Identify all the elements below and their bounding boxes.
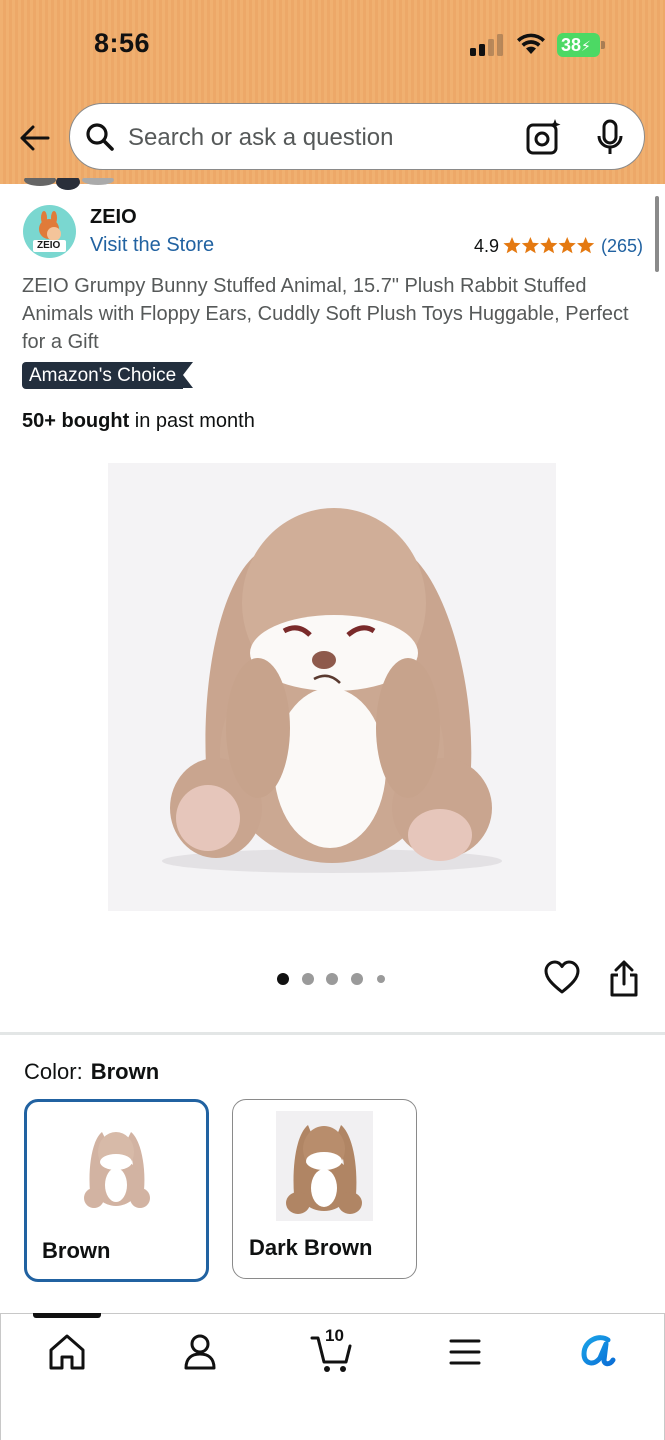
brand-name: ZEIO xyxy=(90,206,137,228)
visit-store-link[interactable]: Visit the Store xyxy=(90,234,214,257)
carousel-dot[interactable] xyxy=(326,973,338,985)
rating-value: 4.9 xyxy=(474,236,500,256)
heart-icon[interactable] xyxy=(544,960,580,996)
search-bar[interactable]: Search or ask a question xyxy=(69,103,645,170)
brand-logo[interactable]: ZEIO xyxy=(23,205,76,258)
swatch-image-dark-brown xyxy=(276,1111,373,1221)
swatch-label-dark-brown: Dark Brown xyxy=(249,1235,373,1260)
wifi-icon xyxy=(517,33,545,54)
product-main-image[interactable] xyxy=(108,463,556,911)
share-icon[interactable] xyxy=(608,960,640,998)
microphone-icon[interactable] xyxy=(595,119,625,157)
search-input[interactable]: Search or ask a question xyxy=(128,124,394,152)
scrollbar[interactable] xyxy=(655,196,659,272)
bought-count: 50+ bought in past month xyxy=(22,410,255,433)
color-swatch-brown[interactable]: Brown xyxy=(24,1099,209,1282)
swatch-image-brown xyxy=(84,1132,150,1208)
carousel-dot[interactable] xyxy=(277,973,289,985)
menu-icon[interactable] xyxy=(443,1330,487,1374)
rating-count-link[interactable]: (265) xyxy=(601,236,643,257)
bought-count-rest: in past month xyxy=(129,410,255,432)
carousel-dot[interactable] xyxy=(377,975,385,983)
active-tab-indicator xyxy=(33,1313,101,1318)
brand-logo-text: ZEIO xyxy=(37,240,61,251)
status-time: 8:56 xyxy=(94,28,151,58)
cellular-signal-icon xyxy=(470,34,506,56)
section-divider xyxy=(0,1032,665,1035)
amazons-choice-badge[interactable]: Amazon's Choice xyxy=(22,362,194,389)
star-rating-icon[interactable] xyxy=(503,236,595,256)
color-label-text: Color: xyxy=(24,1059,83,1084)
selected-color-name: Brown xyxy=(90,1059,160,1084)
battery-level: 38 xyxy=(561,35,582,55)
search-icon xyxy=(86,123,114,151)
color-swatch-dark-brown[interactable]: Dark Brown xyxy=(232,1099,417,1279)
cart-count-badge: 10 xyxy=(325,1326,344,1345)
product-title: ZEIO Grumpy Bunny Stuffed Animal, 15.7" … xyxy=(22,275,629,353)
color-label: Color: Brown xyxy=(24,1059,159,1085)
home-icon[interactable] xyxy=(45,1330,89,1374)
carousel-dot[interactable] xyxy=(351,973,363,985)
bought-count-bold: 50+ bought xyxy=(22,410,130,432)
app-header: 8:56 38⚡ Search or ask a question xyxy=(0,0,665,184)
partial-image-strip xyxy=(24,178,114,190)
carousel-dot[interactable] xyxy=(302,973,314,985)
back-arrow-icon[interactable] xyxy=(18,122,52,154)
camera-lens-icon[interactable] xyxy=(525,118,563,156)
account-icon[interactable] xyxy=(178,1330,222,1374)
battery-icon: 38⚡ xyxy=(557,33,605,57)
rufus-icon[interactable] xyxy=(576,1330,620,1374)
swatch-label-brown: Brown xyxy=(42,1238,111,1263)
